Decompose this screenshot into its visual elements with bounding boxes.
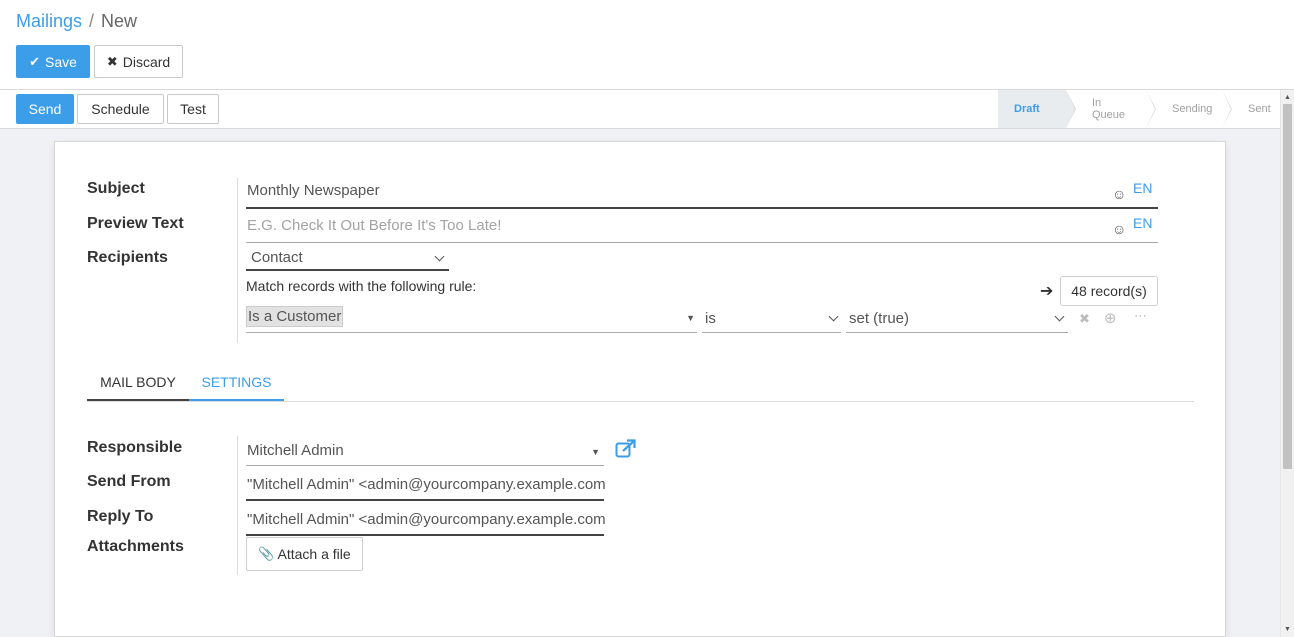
send-from-input[interactable]: "Mitchell Admin" <admin@yourcompany.exam… xyxy=(246,471,605,501)
stage-draft[interactable]: Draft xyxy=(998,90,1076,128)
notebook-tabs: MAIL BODY SETTINGS xyxy=(87,364,1194,402)
rule-value-select[interactable]: set (true) xyxy=(846,305,1068,333)
statusbar: Send Schedule Test Draft In Queue Sendin… xyxy=(0,90,1280,129)
tab-mail-body[interactable]: MAIL BODY xyxy=(87,364,189,401)
responsible-label: Responsible xyxy=(87,439,183,456)
save-button[interactable]: ✔ Save xyxy=(16,45,90,78)
add-rule-icon[interactable]: ⊕ xyxy=(1104,309,1117,327)
responsible-select[interactable]: Mitchell Admin ▼ xyxy=(246,436,604,466)
recipients-label: Recipients xyxy=(87,249,168,266)
send-button[interactable]: Send xyxy=(16,94,74,124)
records-count-button[interactable]: 48 record(s) xyxy=(1060,276,1158,306)
stage-pipeline: Draft In Queue Sending Sent xyxy=(998,90,1280,128)
test-button[interactable]: Test xyxy=(167,94,219,124)
emoji-icon[interactable]: ☺ xyxy=(1112,221,1126,237)
check-icon: ✔ xyxy=(29,53,40,69)
attach-file-button[interactable]: 📎 Attach a file xyxy=(246,537,363,571)
scroll-down-arrow-icon[interactable]: ▼ xyxy=(1281,623,1294,635)
chevron-down-icon xyxy=(828,311,839,322)
schedule-button[interactable]: Schedule xyxy=(77,94,164,124)
paperclip-icon: 📎 xyxy=(258,546,275,561)
vertical-scrollbar[interactable]: ▲ ▼ xyxy=(1280,90,1294,637)
breadcrumb-mailings-link[interactable]: Mailings xyxy=(16,11,82,31)
rule-operator-select[interactable]: is xyxy=(702,305,841,333)
remove-rule-icon[interactable]: ✖ xyxy=(1079,311,1090,327)
send-from-label: Send From xyxy=(87,473,171,490)
scroll-up-arrow-icon[interactable]: ▲ xyxy=(1281,91,1294,103)
preview-text-language-button[interactable]: EN xyxy=(1133,215,1152,231)
control-panel: Mailings / New ✔ Save ✖ Discard xyxy=(0,0,1294,90)
close-icon: ✖ xyxy=(106,53,118,69)
rule-field-select[interactable]: Is a Customer ▼ xyxy=(246,305,697,333)
reply-to-input[interactable]: "Mitchell Admin" <admin@yourcompany.exam… xyxy=(246,506,605,536)
subject-input[interactable]: Monthly Newspaper xyxy=(246,178,1158,209)
stage-sending[interactable]: Sending xyxy=(1146,90,1232,128)
preview-text-label: Preview Text xyxy=(87,215,184,232)
subject-label: Subject xyxy=(87,180,145,197)
form-sheet: Subject Preview Text Recipients Monthly … xyxy=(54,141,1226,637)
recipients-select[interactable]: Contact xyxy=(246,246,449,271)
reply-to-label: Reply To xyxy=(87,508,154,525)
settings-label-separator xyxy=(237,436,238,575)
rule-intro-text: Match records with the following rule: xyxy=(246,278,477,294)
more-options-icon[interactable]: ⋯ xyxy=(1134,308,1147,324)
caret-down-icon: ▼ xyxy=(686,313,695,323)
chevron-down-icon xyxy=(1054,311,1065,322)
discard-button[interactable]: ✖ Discard xyxy=(94,45,183,78)
emoji-icon[interactable]: ☺ xyxy=(1112,186,1126,202)
external-link-icon[interactable] xyxy=(615,439,636,459)
chevron-down-icon xyxy=(434,251,445,262)
stage-in-queue[interactable]: In Queue xyxy=(1066,90,1156,128)
attachments-label: Attachments xyxy=(87,538,184,555)
label-separator xyxy=(237,178,238,343)
preview-text-input[interactable]: E.G. Check It Out Before It's Too Late! xyxy=(246,213,1158,243)
caret-down-icon: ▼ xyxy=(591,447,600,457)
breadcrumb: Mailings / New xyxy=(16,11,137,32)
breadcrumb-separator: / xyxy=(89,11,95,31)
tab-settings[interactable]: SETTINGS xyxy=(189,364,284,401)
breadcrumb-current: New xyxy=(101,11,138,31)
subject-language-button[interactable]: EN xyxy=(1133,180,1152,196)
arrow-right-icon: ➔ xyxy=(1040,283,1054,300)
scroll-thumb[interactable] xyxy=(1283,104,1292,469)
